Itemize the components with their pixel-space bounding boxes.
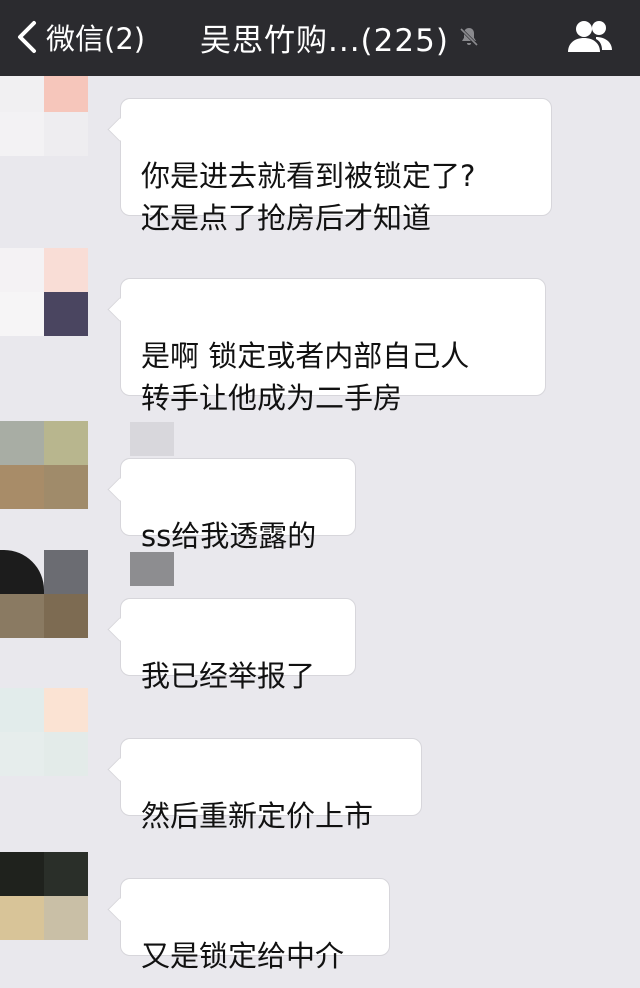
- message-bubble[interactable]: 然后重新定价上市: [120, 738, 422, 833]
- chat-message-list[interactable]: 你是进去就看到被锁定了? 还是点了抢房后才知道 是啊 锁定或者内部自己人 转手让…: [0, 76, 640, 988]
- group-members-button[interactable]: [566, 18, 614, 56]
- avatar[interactable]: [0, 421, 88, 509]
- sender-name-blurred: [130, 422, 174, 456]
- message-text: 然后重新定价上市: [141, 799, 374, 833]
- back-label: 微信(2): [46, 22, 146, 56]
- avatar[interactable]: [0, 550, 88, 638]
- message-text: 是啊 锁定或者内部自己人 转手让他成为二手房: [141, 339, 470, 415]
- message-bubble[interactable]: 你是进去就看到被锁定了? 还是点了抢房后才知道: [120, 98, 552, 235]
- bell-muted-icon: [459, 27, 478, 47]
- avatar[interactable]: [0, 852, 88, 940]
- message-text: 我已经举报了: [141, 659, 316, 693]
- back-button[interactable]: 微信(2): [14, 12, 145, 62]
- avatar[interactable]: [0, 688, 88, 776]
- message-bubble[interactable]: 又是锁定给中介: [120, 878, 390, 973]
- avatar[interactable]: [0, 76, 88, 156]
- sender-name-blurred: [130, 552, 174, 586]
- group-members-icon: [568, 21, 612, 52]
- top-navigation-bar: 微信(2) 吴思竹购...(225): [0, 0, 640, 76]
- message-bubble[interactable]: 我已经举报了: [120, 598, 356, 693]
- message-text: 你是进去就看到被锁定了? 还是点了抢房后才知道: [141, 159, 476, 235]
- chevron-left-icon: [18, 21, 36, 53]
- message-bubble[interactable]: 是啊 锁定或者内部自己人 转手让他成为二手房: [120, 278, 546, 415]
- avatar[interactable]: [0, 248, 88, 336]
- message-text: ss给我透露的: [141, 519, 317, 553]
- message-bubble[interactable]: ss给我透露的: [120, 458, 356, 553]
- chat-title-area: 吴思竹购...(225): [200, 12, 481, 62]
- message-text: 又是锁定给中介: [141, 939, 345, 973]
- chat-title: 吴思竹购...(225): [200, 22, 449, 59]
